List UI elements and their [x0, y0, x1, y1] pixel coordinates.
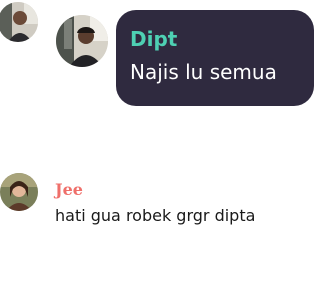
dipt-avatar[interactable] — [56, 15, 108, 67]
avatar-photo-icon — [0, 173, 38, 211]
message-text: hati gua robek grgr dipta — [55, 206, 256, 225]
avatar-photo-icon — [0, 2, 38, 42]
previous-sender-avatar[interactable] — [0, 2, 38, 42]
message-text: Najis lu semua — [130, 60, 277, 84]
message-bubble-dipt[interactable]: Dipt Najis lu semua — [116, 10, 314, 106]
message-sender-name[interactable]: Jee — [55, 180, 83, 200]
chat-screen: Dipt Najis lu semua Jee hati gua robek g… — [0, 0, 320, 292]
jee-avatar[interactable] — [0, 173, 38, 211]
message-sender-name[interactable]: Dipt — [130, 26, 300, 52]
avatar-photo-icon — [56, 15, 108, 67]
